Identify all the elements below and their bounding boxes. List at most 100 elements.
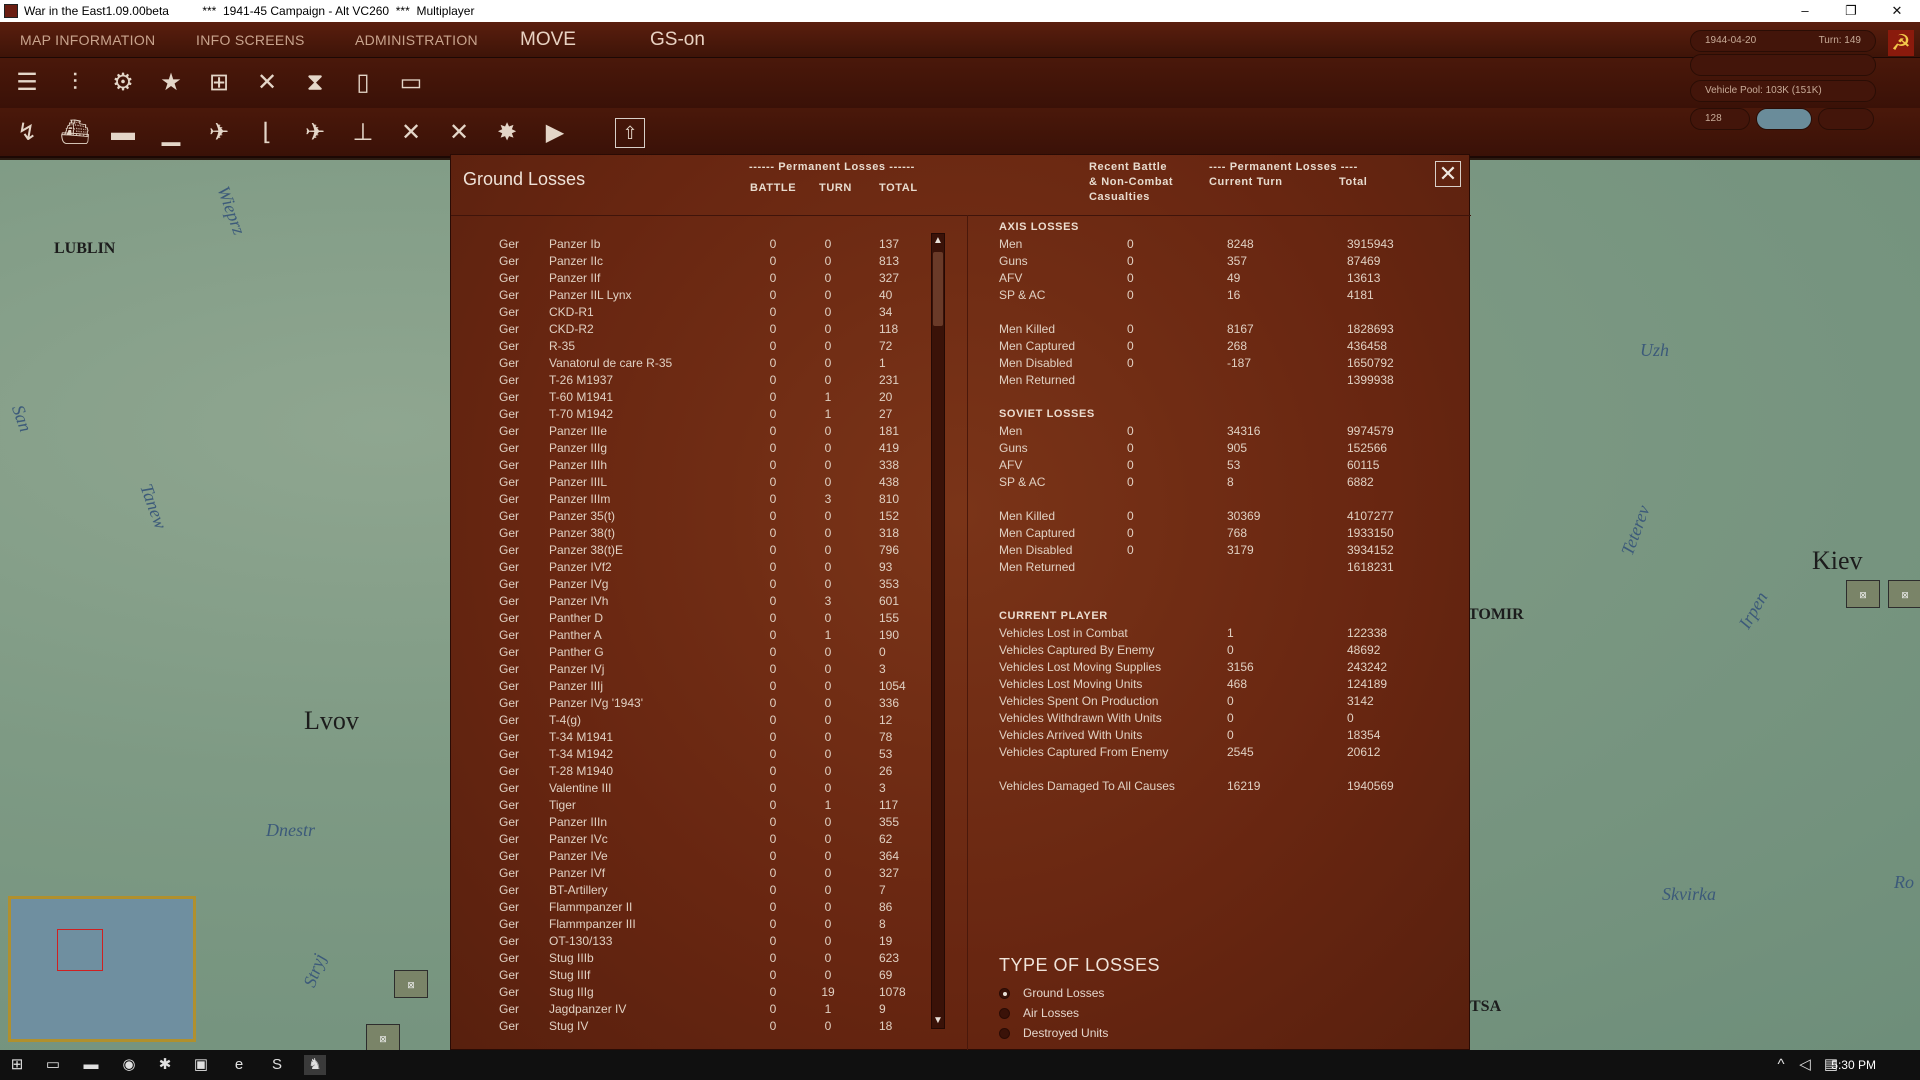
map-unit-counter[interactable]: ⊠: [394, 970, 428, 998]
unit-loss-row[interactable]: Ger Panzer IIIj 0 0 1054: [451, 679, 921, 696]
map-unit-counter[interactable]: ⊠: [1888, 580, 1920, 608]
gs-toggle-button[interactable]: GS-on: [650, 29, 705, 51]
unit-loss-row[interactable]: Ger Stug IIIb 0 0 623: [451, 951, 921, 968]
radio-selected-icon[interactable]: [999, 988, 1010, 999]
unit-loss-row[interactable]: Ger Panzer IIIe 0 0 181: [451, 424, 921, 441]
media-player-icon[interactable]: ◉: [118, 1055, 140, 1075]
unit-loss-row[interactable]: Ger BT-Artillery 0 0 7: [451, 883, 921, 900]
unit-loss-row[interactable]: Ger Panzer 38(t) 0 0 318: [451, 526, 921, 543]
unit-loss-row[interactable]: Ger Panzer IVc 0 0 62: [451, 832, 921, 849]
menu-map-information[interactable]: MAP INFORMATION: [20, 32, 155, 48]
menu-administration[interactable]: ADMINISTRATION: [355, 32, 478, 48]
unit-loss-row[interactable]: Ger Vanatorul de care R-35 0 0 1: [451, 356, 921, 373]
unit-loss-row[interactable]: Ger Jagdpanzer IV 0 1 9: [451, 1002, 921, 1019]
file-explorer-icon[interactable]: ▬: [80, 1055, 102, 1075]
clipboard-icon[interactable]: ▭: [393, 65, 429, 101]
close-dialog-button[interactable]: ✕: [1435, 161, 1461, 187]
path-icon[interactable]: ↯: [9, 115, 45, 151]
unit-loss-row[interactable]: Ger T-28 M1940 0 0 26: [451, 764, 921, 781]
unit-loss-row[interactable]: Ger Panzer IVe 0 0 364: [451, 849, 921, 866]
windows-start-icon[interactable]: ⊞: [6, 1055, 28, 1075]
star-icon[interactable]: ★: [153, 65, 189, 101]
menu-info-screens[interactable]: INFO SCREENS: [196, 32, 305, 48]
unit-loss-row[interactable]: Ger Panzer IIL Lynx 0 0 40: [451, 288, 921, 305]
unit-loss-row[interactable]: Ger Stug IV 0 0 18: [451, 1019, 921, 1036]
airbase-icon[interactable]: ⊞: [201, 65, 237, 101]
unit-loss-row[interactable]: Ger Panzer Ib 0 0 137: [451, 237, 921, 254]
minimap-viewport[interactable]: [57, 929, 103, 971]
unit-loss-row[interactable]: Ger Panzer IIIn 0 0 355: [451, 815, 921, 832]
edge-icon[interactable]: e: [228, 1055, 250, 1075]
unit-loss-row[interactable]: Ger Panzer 35(t) 0 0 152: [451, 509, 921, 526]
naval-icon[interactable]: ▁: [153, 115, 189, 151]
unit-loss-row[interactable]: Ger T-4(g) 0 0 12: [451, 713, 921, 730]
scroll-up-icon[interactable]: ▲: [932, 234, 944, 248]
unit-loss-row[interactable]: Ger Panzer IVh 0 3 601: [451, 594, 921, 611]
unit-loss-row[interactable]: Ger Panther G 0 0 0: [451, 645, 921, 662]
unit-loss-row[interactable]: Ger Panzer IIIL 0 0 438: [451, 475, 921, 492]
unit-loss-row[interactable]: Ger Panzer IIIm 0 3 810: [451, 492, 921, 509]
minimize-button[interactable]: –: [1782, 0, 1828, 22]
recon-icon[interactable]: ⊥: [345, 115, 381, 151]
unit-loss-row[interactable]: Ger T-34 M1941 0 0 78: [451, 730, 921, 747]
unit-loss-row[interactable]: Ger CKD-R1 0 0 34: [451, 305, 921, 322]
ship-icon[interactable]: ⛴: [57, 115, 93, 151]
transport-icon[interactable]: ▬: [105, 115, 141, 151]
unit-loss-row[interactable]: Ger Tiger 0 1 117: [451, 798, 921, 815]
unit-loss-row[interactable]: Ger Panzer IVf2 0 0 93: [451, 560, 921, 577]
map-unit-counter[interactable]: ⊠: [366, 1024, 400, 1050]
airdrop-icon[interactable]: ⌊: [249, 115, 285, 151]
minimap[interactable]: [8, 896, 196, 1042]
unit-loss-row[interactable]: Ger Valentine III 0 0 3: [451, 781, 921, 798]
hq-icon[interactable]: ☰: [9, 65, 45, 101]
play-icon[interactable]: ▶: [537, 115, 573, 151]
unit-losses-list[interactable]: Ger Panzer Ib 0 0 137 Ger Panzer IIc 0 0 813 Ger Pa…: [451, 237, 921, 1037]
unit-loss-row[interactable]: Ger Panzer IIc 0 0 813: [451, 254, 921, 271]
maximize-button[interactable]: ❐: [1828, 0, 1874, 22]
tray-chevron-icon[interactable]: ^: [1770, 1055, 1792, 1075]
mode-move-button[interactable]: MOVE: [520, 29, 576, 51]
unit-loss-row[interactable]: Ger OT-130/133 0 0 19: [451, 934, 921, 951]
unit-loss-row[interactable]: Ger T-60 M1941 0 1 20: [451, 390, 921, 407]
crossed-rifles-icon[interactable]: ✕: [249, 65, 285, 101]
air-attack-icon[interactable]: ✈: [201, 115, 237, 151]
task-view-icon[interactable]: ▭: [42, 1055, 64, 1075]
radio-icon[interactable]: [999, 1028, 1010, 1039]
skype-icon[interactable]: S: [266, 1055, 288, 1075]
unit-loss-row[interactable]: Ger Panzer IIIh 0 0 338: [451, 458, 921, 475]
rail-icon[interactable]: ⧗: [297, 65, 333, 101]
unit-loss-row[interactable]: Ger Panzer IIIg 0 0 419: [451, 441, 921, 458]
store-icon[interactable]: ▣: [190, 1055, 212, 1075]
interdict-icon[interactable]: ✕: [441, 115, 477, 151]
unit-loss-row[interactable]: Ger Flammpanzer II 0 0 86: [451, 900, 921, 917]
app-icon[interactable]: ✱: [154, 1055, 176, 1075]
unit-loss-row[interactable]: Ger T-70 M1942 0 1 27: [451, 407, 921, 424]
unit-loss-row[interactable]: Ger Panzer 38(t)E 0 0 796: [451, 543, 921, 560]
explosion-icon[interactable]: ✸: [489, 115, 525, 151]
unit-loss-row[interactable]: Ger Stug IIIg 0 19 1078: [451, 985, 921, 1002]
unit-loss-row[interactable]: Ger Flammpanzer III 0 0 8: [451, 917, 921, 934]
window-close-button[interactable]: ✕: [1874, 0, 1920, 22]
units-icon[interactable]: ⫶: [57, 65, 93, 101]
unit-loss-row[interactable]: Ger Panzer IVf 0 0 327: [451, 866, 921, 883]
scroll-down-icon[interactable]: ▼: [932, 1014, 944, 1028]
map-unit-counter[interactable]: ⊠: [1846, 580, 1880, 608]
unit-loss-row[interactable]: Ger R-35 0 0 72: [451, 339, 921, 356]
unit-loss-row[interactable]: Ger CKD-R2 0 0 118: [451, 322, 921, 339]
game-taskbar-icon[interactable]: ♞: [304, 1055, 326, 1075]
upload-icon[interactable]: ⇧: [615, 118, 645, 148]
unit-loss-row[interactable]: Ger Panther D 0 0 155: [451, 611, 921, 628]
radio-icon[interactable]: [999, 1008, 1010, 1019]
bomb-icon[interactable]: ✕: [393, 115, 429, 151]
unit-loss-row[interactable]: Ger Panzer IVj 0 0 3: [451, 662, 921, 679]
unit-loss-row[interactable]: Ger Panzer IVg 0 0 353: [451, 577, 921, 594]
unit-loss-row[interactable]: Ger T-34 M1942 0 0 53: [451, 747, 921, 764]
unit-list-scrollbar[interactable]: ▲ ▼: [931, 233, 945, 1029]
unit-loss-row[interactable]: Ger Panzer IVg '1943' 0 0 336: [451, 696, 921, 713]
unit-loss-row[interactable]: Ger Stug IIIf 0 0 69: [451, 968, 921, 985]
unit-loss-row[interactable]: Ger Panzer IIf 0 0 327: [451, 271, 921, 288]
unit-loss-row[interactable]: Ger T-26 M1937 0 0 231: [451, 373, 921, 390]
volume-icon[interactable]: ◁: [1794, 1055, 1816, 1075]
scroll-thumb[interactable]: [933, 252, 943, 326]
unit-loss-row[interactable]: Ger Panther A 0 1 190: [451, 628, 921, 645]
